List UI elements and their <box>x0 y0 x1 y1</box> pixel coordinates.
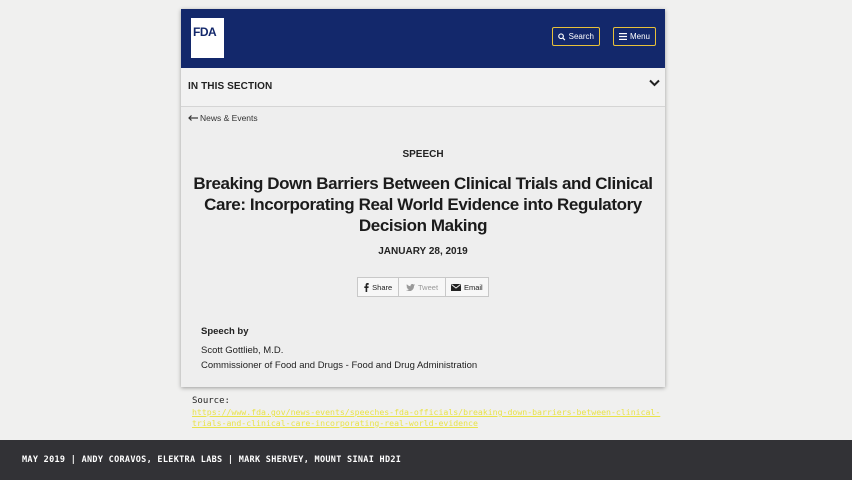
article-kicker: SPEECH <box>402 149 444 160</box>
chevron-down-icon[interactable] <box>649 79 660 87</box>
fda-logo-text: FDA <box>193 25 217 39</box>
menu-button[interactable]: Menu <box>613 27 656 46</box>
facebook-icon <box>364 282 369 292</box>
article-title: Breaking Down Barriers Between Clinical … <box>193 174 653 235</box>
back-link-label: News & Events <box>200 113 258 123</box>
source-link[interactable]: https://www.fda.gov/news-events/speeches… <box>192 407 662 429</box>
share-label: Share <box>372 282 393 292</box>
tweet-button[interactable]: Tweet <box>399 278 446 296</box>
source-label: Source: <box>192 396 230 406</box>
footer-text: MAY 2019 | ANDY CORAVOS, ELEKTRA LABS | … <box>22 455 402 465</box>
section-title: IN THIS SECTION <box>188 81 273 92</box>
speech-by-label: Speech by <box>201 326 249 337</box>
menu-icon <box>619 33 627 40</box>
email-label: Email <box>463 282 483 292</box>
fda-header: FDA Search Menu <box>181 9 665 68</box>
search-button[interactable]: Search <box>552 27 600 46</box>
email-button[interactable]: Email <box>446 278 488 296</box>
menu-button-label: Menu <box>629 32 650 41</box>
back-link-news-events[interactable]: News & Events <box>188 113 258 123</box>
fda-webpage-screenshot: FDA Search Menu IN THIS SECTION News & E… <box>181 9 665 387</box>
slide-footer: MAY 2019 | ANDY CORAVOS, ELEKTRA LABS | … <box>0 440 852 480</box>
email-icon <box>450 283 461 291</box>
author-role: Commissioner of Food and Drugs - Food an… <box>201 360 478 371</box>
search-button-label: Search <box>568 32 594 41</box>
arrow-left-icon <box>188 115 198 121</box>
search-icon <box>558 32 566 40</box>
tweet-label: Tweet <box>418 282 439 292</box>
in-this-section-bar[interactable]: IN THIS SECTION <box>181 68 665 107</box>
twitter-icon <box>406 283 416 291</box>
article-date: JANUARY 28, 2019 <box>378 246 468 257</box>
author-name: Scott Gottlieb, M.D. <box>201 345 284 356</box>
share-button[interactable]: Share <box>358 278 400 296</box>
fda-logo[interactable]: FDA <box>191 18 224 58</box>
share-button-group: Share Tweet Email <box>357 277 489 297</box>
